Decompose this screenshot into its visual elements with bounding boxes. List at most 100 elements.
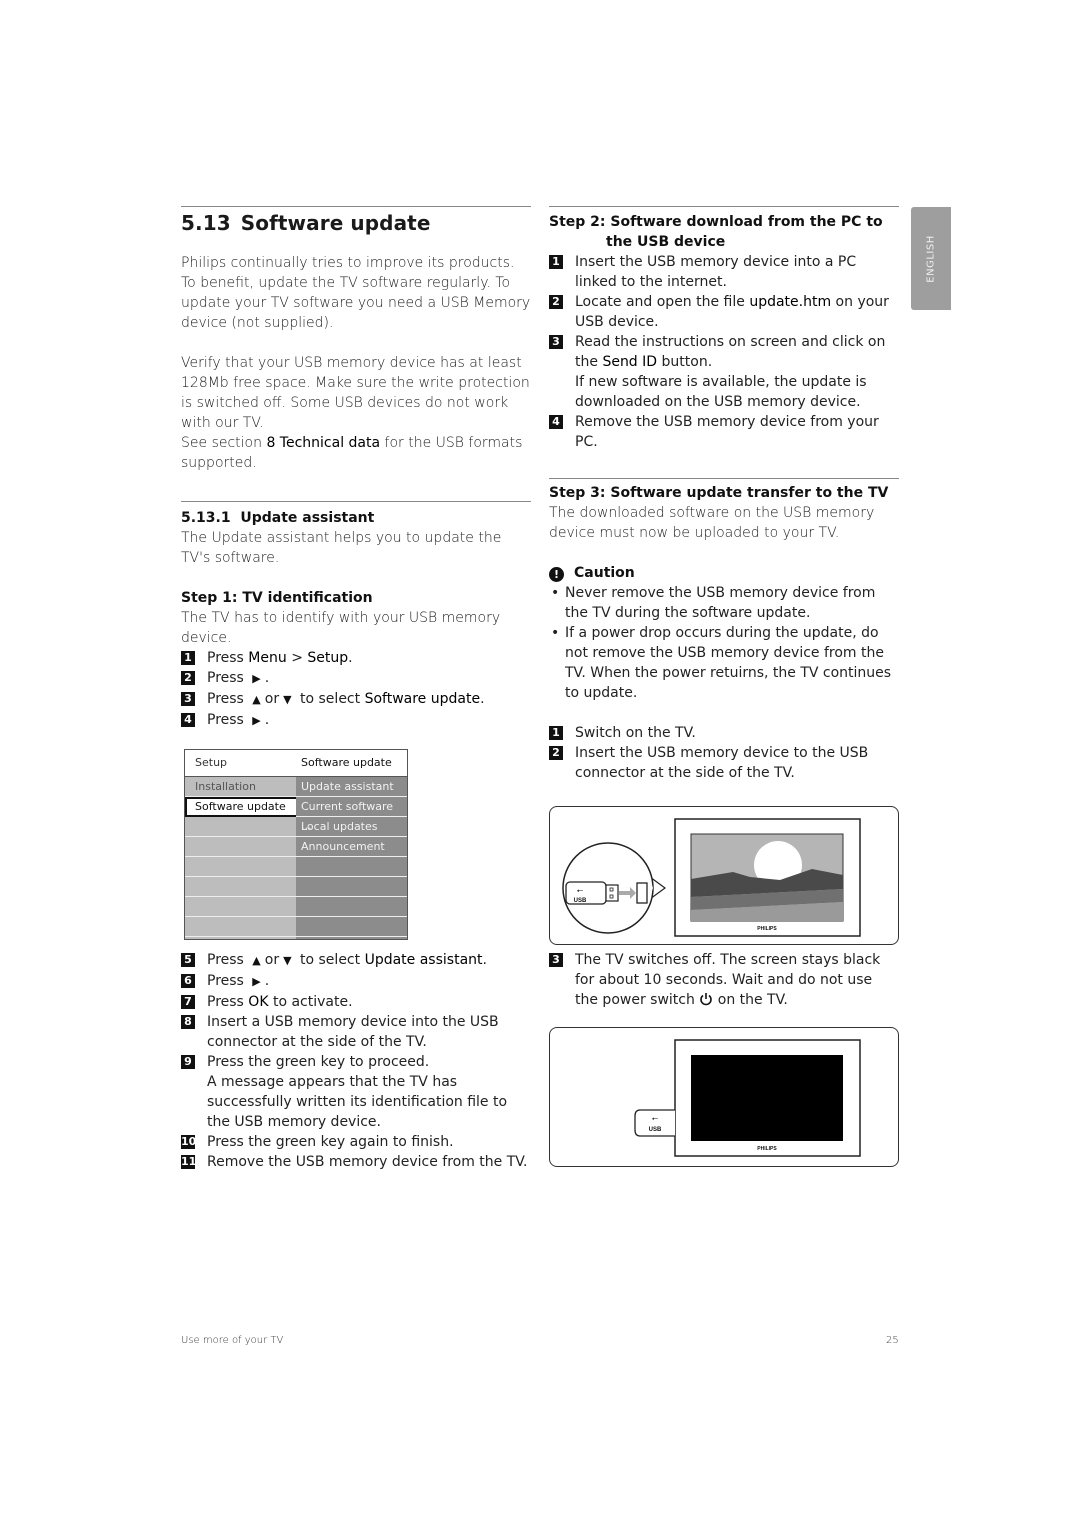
menu-left-item[interactable] [185, 917, 296, 937]
step2-item: 2 Locate and open the file update.htm on … [549, 292, 899, 332]
menu-left-item[interactable]: Installation [185, 777, 296, 797]
svg-text:⭠: ⭠ [577, 886, 584, 895]
arrow-right-icon: ▶ [252, 672, 261, 685]
step-text: Press [207, 994, 249, 1010]
arrow-down-icon: ▼ [283, 954, 292, 967]
menu-right-item[interactable]: Update assistant [296, 777, 407, 797]
step-number-badge: 3 [549, 335, 563, 349]
section-rule [181, 206, 531, 207]
step-text: Press the green key again to finish. [207, 1134, 454, 1150]
step3-list: 1 Switch on the TV. 2 Insert the USB memory… [549, 723, 899, 783]
step-number-badge: 8 [181, 1015, 195, 1029]
right-column-continued: 3 The TV switches off. The screen stays … [549, 950, 899, 1010]
menu-right-item[interactable]: Announcement [296, 837, 407, 857]
menu-right-item[interactable] [296, 897, 407, 917]
right-column: Step 2: Software download from the PC to… [549, 206, 899, 783]
menu-left-item[interactable] [185, 897, 296, 917]
tv-off-drawing: PHILIPS ⭠ USB [634, 1039, 861, 1157]
step1-list-b: 5 Press ▲ or ▼ to select Update assistant. 6… [181, 950, 531, 1172]
step-number-badge: 4 [549, 415, 563, 429]
step-number-badge: 1 [181, 651, 195, 665]
step3-desc: The downloaded software on the USB memor… [549, 505, 875, 541]
step2-item: 1 Insert the USB memory device into a PC … [549, 252, 899, 292]
step-number-badge: 6 [181, 974, 195, 988]
step-keyword: Setup [307, 650, 349, 666]
step-number-badge: 5 [181, 953, 195, 967]
arrow-up-icon: ▲ [252, 693, 261, 706]
menu-left-item[interactable]: Software update [185, 797, 298, 817]
step-text: or [264, 691, 280, 707]
menu-right-item[interactable]: Local updates [296, 817, 407, 837]
language-tab: ENGLISH [911, 207, 951, 310]
step-text: Locate and open the file [575, 294, 750, 310]
tv-brand: PHILIPS [757, 926, 777, 932]
step1-desc: The TV has to identify with your USB mem… [181, 610, 501, 646]
menu-header: Setup Software update [185, 750, 407, 777]
caution-item: If a power drop occurs during the update… [549, 623, 899, 703]
svg-text:USB: USB [649, 1127, 662, 1133]
step-text: . [480, 691, 485, 707]
menu-right-item[interactable]: Current software ... [296, 797, 407, 832]
step-text: . [482, 952, 487, 968]
usb-insert-drawing: PHILIPS USB ⭠ [562, 818, 861, 937]
arrow-down-icon: ▼ [283, 693, 292, 706]
caution-list: Never remove the USB memory device from … [549, 583, 899, 703]
step-number-badge: 11 [181, 1155, 197, 1169]
menu-right-column: Update assistant Current software ... Loca… [296, 777, 407, 939]
caution-icon: ! [549, 567, 564, 582]
menu-left-header: Setup [195, 756, 228, 769]
menu-left-item[interactable] [185, 817, 296, 837]
step2-list: 1 Insert the USB memory device into a PC … [549, 252, 899, 452]
step-number-badge: 3 [181, 692, 195, 706]
section-title-text: Software update [240, 211, 431, 235]
step1-title: Step 1: TV identification [181, 590, 373, 606]
step-number-badge: 2 [181, 671, 195, 685]
step-keyword: Send ID [602, 354, 658, 370]
menu-right-item[interactable] [296, 857, 407, 877]
step-text: Insert the USB memory device into a PC l… [575, 254, 857, 290]
step1-item: 8 Insert a USB memory device into the USB… [181, 1012, 531, 1052]
step-number-badge: 2 [549, 746, 563, 760]
svg-text:⭠: ⭠ [652, 1114, 659, 1123]
svg-text:USB: USB [574, 898, 587, 904]
step2-title: Step 2: Software download from the PC to [549, 214, 883, 230]
step1-item: 1 Press Menu > Setup. [181, 648, 531, 668]
menu-right-item[interactable] [296, 877, 407, 897]
step3-item-3: 3 The TV switches off. The screen stays … [549, 950, 899, 1010]
step-number-badge: 10 [181, 1135, 197, 1149]
subsection-desc: The Update assistant helps you to update… [181, 530, 502, 566]
left-column-continued: 5 Press ▲ or ▼ to select Update assistant. 6… [181, 950, 531, 1172]
usb-port [636, 882, 648, 904]
language-tab-label: ENGLISH [925, 234, 937, 283]
step3-title: Step 3: Software update transfer to the … [549, 485, 889, 501]
step-number-badge: 1 [549, 726, 563, 740]
page-number: 25 [886, 1335, 899, 1346]
step-text: > [286, 650, 308, 666]
usb-insert-illustration: PHILIPS USB ⭠ [549, 806, 899, 945]
step-text: button. [657, 354, 713, 370]
menu-left-item[interactable] [185, 857, 296, 877]
step-text: Insert a USB memory device into the USB … [207, 1014, 499, 1050]
intro-paragraph-1: Philips continually tries to improve its… [181, 255, 531, 331]
step-extra-text: A message appears that the TV has succes… [207, 1074, 508, 1130]
step-text: Insert the USB memory device to the USB … [575, 745, 869, 781]
step1-item: 11 Remove the USB memory device from the … [181, 1152, 531, 1172]
step-keyword: update.htm [749, 294, 832, 310]
svg-text:PHILIPS: PHILIPS [757, 1146, 777, 1152]
step-number-badge: 1 [549, 255, 563, 269]
step-keyword: OK [248, 994, 269, 1010]
technical-data-reference: 8 Technical data [266, 435, 381, 451]
step-text: . [264, 712, 270, 728]
step1-item: 2 Press ▶. [181, 668, 531, 689]
step1-item: 6 Press ▶. [181, 971, 531, 992]
step1-item: 7 Press OK to activate. [181, 992, 531, 1012]
caution-heading: ! Caution [549, 563, 899, 583]
arrow-right-icon: ▶ [252, 714, 261, 727]
step1-item: 9 Press the green key to proceed. A messag… [181, 1052, 531, 1132]
menu-left-item[interactable] [185, 837, 296, 857]
menu-right-item[interactable] [296, 917, 407, 937]
menu-left-item[interactable] [185, 877, 296, 897]
menu-left-column: Installation Software update [185, 777, 298, 939]
step-text: . [348, 650, 353, 666]
step-text: . [264, 670, 270, 686]
